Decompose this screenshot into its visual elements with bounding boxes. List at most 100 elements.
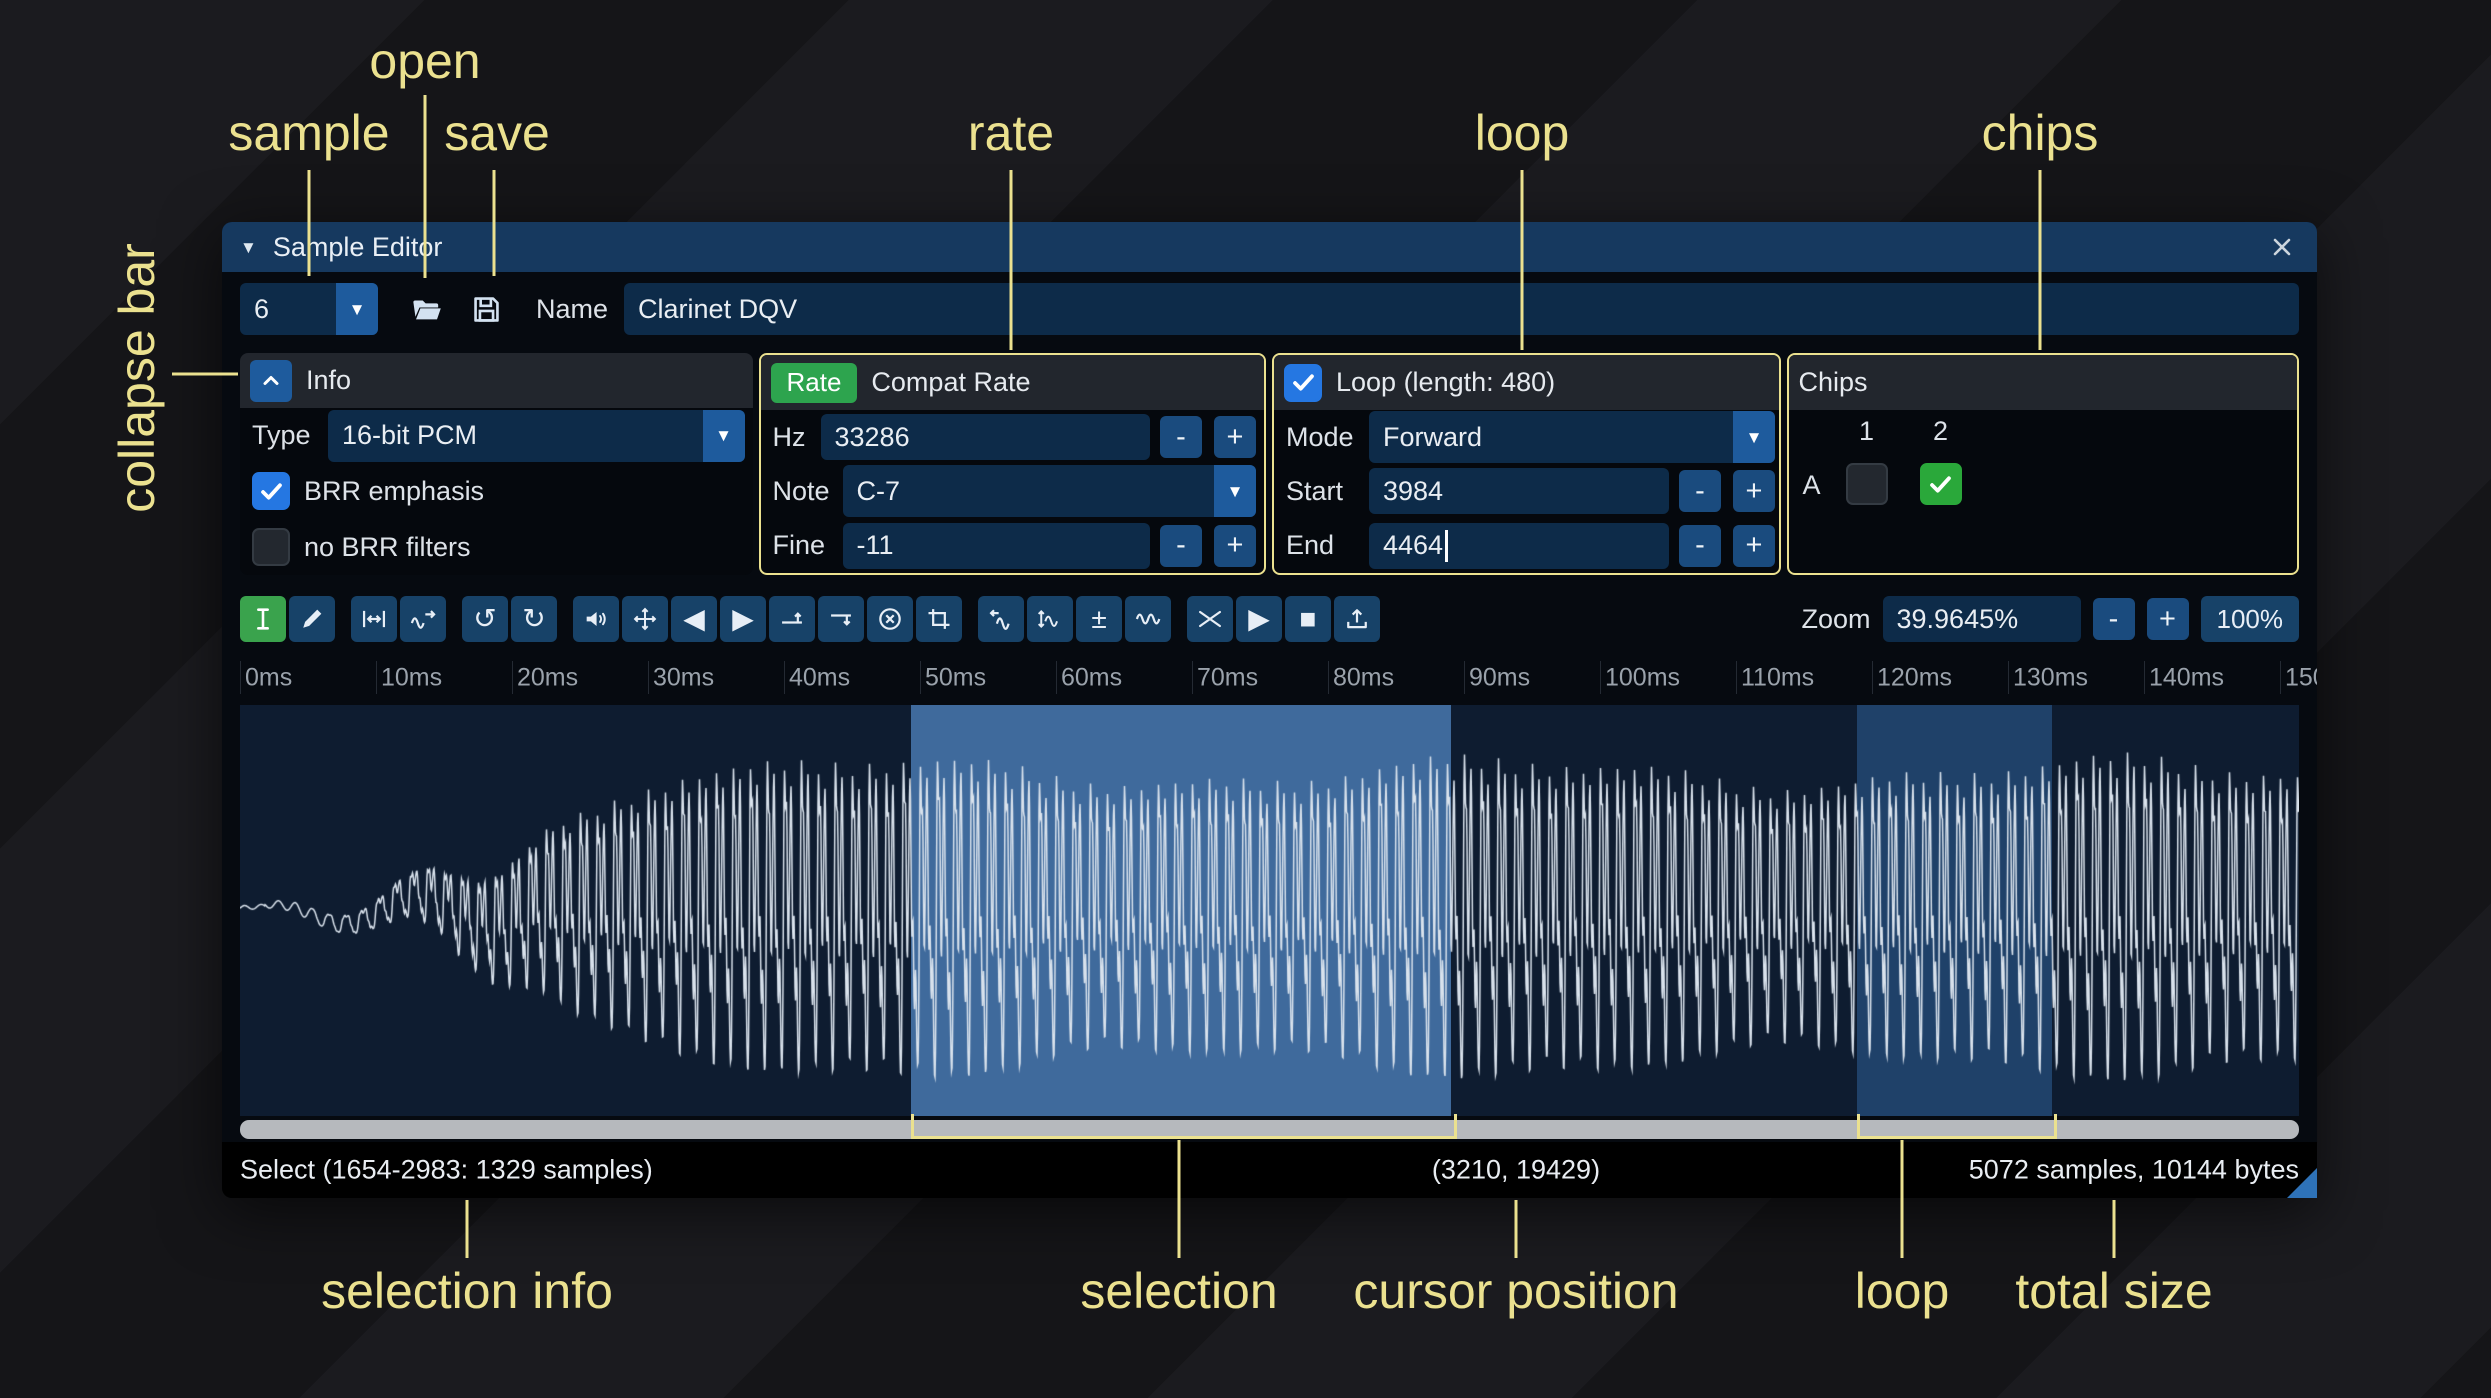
ruler-tick-label: 60ms — [1061, 663, 1123, 691]
ruler-tick-label: 140ms — [2149, 663, 2225, 691]
info-panel-header: Info — [240, 353, 753, 408]
reverse-button[interactable] — [978, 596, 1024, 642]
zoom-out-button[interactable]: - — [2092, 598, 2135, 640]
loop-end-decrease-button[interactable]: - — [1679, 524, 1721, 567]
chips-grid: 1 2 A — [1789, 410, 2298, 573]
cursor-position-text: (3210, 19429) — [1431, 1154, 1601, 1185]
delete-icon — [876, 605, 904, 633]
invert-button[interactable] — [1027, 596, 1073, 642]
caret-down-icon[interactable]: ▼ — [1214, 465, 1256, 518]
draw-button[interactable] — [289, 596, 335, 642]
hz-decrease-button[interactable]: - — [1160, 416, 1202, 459]
ruler-tick-label: 80ms — [1333, 663, 1395, 691]
annotation-selection: selection — [1080, 1263, 1278, 1319]
loop-header-label: Loop (length: 480) — [1336, 367, 1556, 397]
caret-down-icon[interactable]: ▼ — [1733, 411, 1775, 464]
resample-button[interactable] — [400, 596, 446, 642]
zoom-value: 39.9645% — [1896, 603, 2019, 634]
loop-enabled-checkbox[interactable] — [1284, 363, 1322, 402]
ruler-tick-mark — [1600, 661, 1601, 694]
ruler-tick-label: 150ms — [2285, 663, 2317, 691]
ruler-tick-mark — [2280, 661, 2281, 694]
amplify-button[interactable] — [573, 596, 619, 642]
ruler-tick-label: 10ms — [381, 663, 443, 691]
fine-label: Fine — [772, 530, 826, 561]
normalize-button[interactable] — [622, 596, 668, 642]
rate-panel: Rate Compat Rate Hz 33286 - + Note C-7 ▼… — [758, 353, 1266, 575]
stop-button[interactable]: ■ — [1285, 596, 1331, 642]
loop-end-increase-button[interactable]: + — [1733, 524, 1775, 567]
loop-end-input[interactable]: 4464 — [1369, 522, 1669, 569]
ruler-tick-label: 100ms — [1605, 663, 1681, 691]
ruler-tick-mark — [1056, 661, 1057, 694]
timeline-ruler[interactable]: 0ms 10ms 20ms 30ms 40ms 50ms 60ms 70ms 80ms 90ms 1… — [222, 653, 2317, 702]
create-wavetable-icon — [1343, 605, 1371, 633]
caret-down-icon[interactable]: ▼ — [336, 283, 378, 335]
filter-button[interactable] — [1125, 596, 1171, 642]
collapse-bar-button[interactable] — [250, 359, 292, 402]
loop-end-label: End — [1286, 530, 1335, 561]
ruler-tick-label: 130ms — [2013, 663, 2089, 691]
preview-button[interactable]: ▶ — [1236, 596, 1282, 642]
delete-button[interactable] — [867, 596, 913, 642]
ruler-tick-mark — [1192, 661, 1193, 694]
no-brr-filters-checkbox[interactable] — [252, 528, 290, 567]
brr-emphasis-checkbox[interactable] — [252, 472, 290, 511]
fade-in-button[interactable]: ◀ — [671, 596, 717, 642]
zoom-label: Zoom — [1801, 603, 1871, 634]
create-wavetable-button[interactable] — [1334, 596, 1380, 642]
check-icon — [1927, 471, 1954, 498]
ruler-tick-mark — [1328, 661, 1329, 694]
ruler-tick-label: 90ms — [1469, 663, 1531, 691]
zoom-in-button[interactable]: + — [2146, 598, 2189, 640]
fine-input[interactable]: -11 — [842, 522, 1150, 569]
note-select[interactable]: C-7 ▼ — [842, 465, 1256, 518]
ruler-tick-mark — [240, 661, 241, 694]
sample-number-select[interactable]: 6 ▼ — [240, 283, 378, 335]
fade-out-button[interactable]: ▶ — [720, 596, 766, 642]
hz-increase-button[interactable]: + — [1214, 416, 1256, 459]
loop-start-decrease-button[interactable]: - — [1679, 470, 1721, 513]
rate-button[interactable]: Rate — [770, 362, 858, 403]
toolbar-groups: ↺ ↻ ◀ ▶ ± ▶ ■ — [240, 596, 1380, 642]
hz-value: 33286 — [834, 421, 910, 452]
select-button[interactable] — [240, 596, 286, 642]
zoom-input[interactable]: 39.9645% — [1882, 596, 2081, 642]
ruler-tick-label: 50ms — [925, 663, 987, 691]
resize-button[interactable] — [351, 596, 397, 642]
sign-exchange-button[interactable]: ± — [1076, 596, 1122, 642]
window-collapse-icon[interactable]: ▼ — [240, 239, 257, 256]
toolbar-group: ↺ ↻ — [462, 596, 557, 642]
resize-grip[interactable] — [2287, 1168, 2317, 1198]
loop-mode-select[interactable]: Forward ▼ — [1369, 411, 1775, 464]
crossfade-loop-button[interactable] — [1187, 596, 1233, 642]
caret-down-icon[interactable]: ▼ — [702, 409, 745, 462]
window-title: Sample Editor — [272, 231, 443, 262]
chip-1-checkbox[interactable] — [1845, 463, 1888, 505]
ruler-tick-mark — [512, 661, 513, 694]
loop-start-input[interactable]: 3984 — [1369, 468, 1669, 515]
type-select[interactable]: 16-bit PCM ▼ — [328, 409, 745, 462]
fine-value: -11 — [856, 530, 894, 561]
waveform-view[interactable] — [240, 705, 2299, 1116]
insert-silence-button[interactable] — [769, 596, 815, 642]
open-button[interactable] — [400, 283, 452, 335]
trim-button[interactable] — [916, 596, 962, 642]
apply-silence-button[interactable] — [818, 596, 864, 642]
title-bar[interactable]: ▼ Sample Editor — [222, 222, 2317, 272]
save-button[interactable] — [460, 283, 512, 335]
redo-icon: ↻ — [522, 603, 546, 634]
annotation-save: save — [444, 105, 550, 161]
fine-decrease-button[interactable]: - — [1160, 524, 1202, 567]
loop-start-increase-button[interactable]: + — [1733, 470, 1775, 513]
fine-increase-button[interactable]: + — [1214, 524, 1256, 567]
name-value: Clarinet DQV — [638, 293, 798, 324]
zoom-reset-button[interactable]: 100% — [2200, 596, 2299, 642]
undo-button[interactable]: ↺ — [462, 596, 508, 642]
close-icon[interactable] — [2265, 230, 2299, 264]
chip-2-checkbox[interactable] — [1919, 463, 1962, 505]
name-input[interactable]: Clarinet DQV — [624, 283, 2299, 335]
resample-icon — [409, 605, 437, 633]
redo-button[interactable]: ↻ — [511, 596, 557, 642]
hz-input[interactable]: 33286 — [820, 414, 1150, 461]
